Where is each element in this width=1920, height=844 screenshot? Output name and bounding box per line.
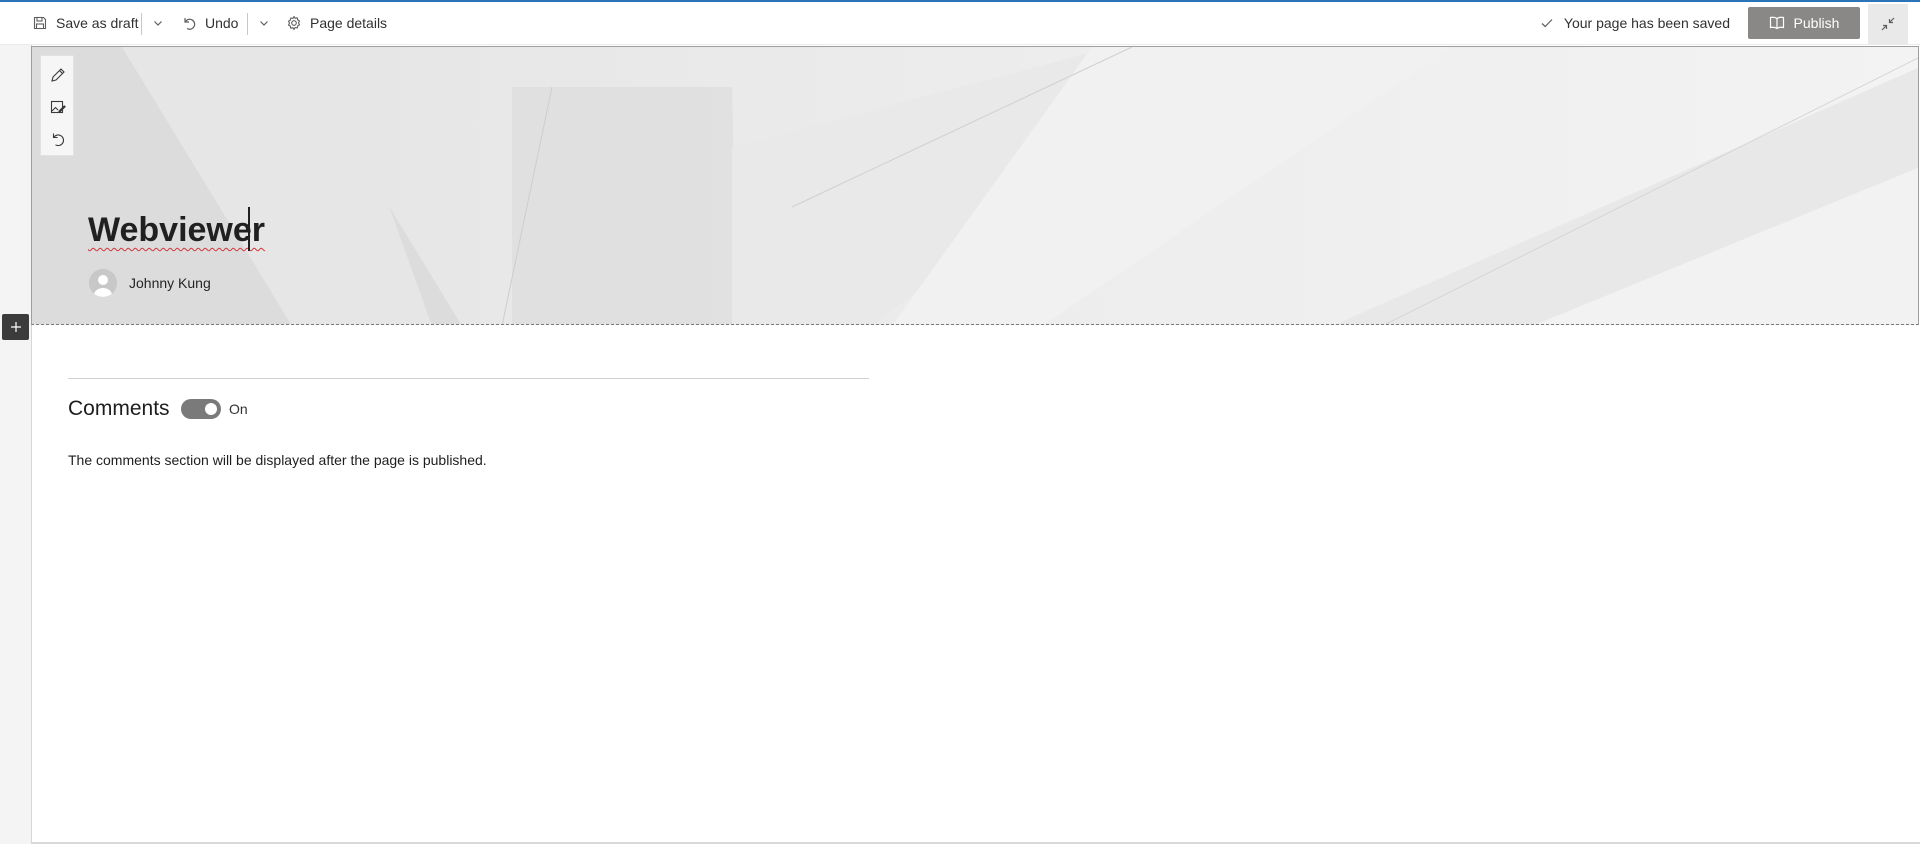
publish-icon (1769, 16, 1784, 30)
hero-background-image (32, 47, 1918, 324)
section-divider (68, 378, 869, 379)
comments-note: The comments section will be displayed a… (68, 452, 487, 468)
save-status-text: Your page has been saved (1563, 15, 1730, 31)
publish-button[interactable]: Publish (1748, 7, 1860, 39)
collapse-icon (1881, 17, 1895, 31)
hero-toolbar (40, 55, 74, 156)
chevron-down-icon (154, 21, 162, 26)
text-cursor (248, 207, 250, 251)
author-name: Johnny Kung (129, 275, 211, 291)
left-gutter (0, 45, 32, 844)
chevron-down-icon (260, 21, 268, 26)
comments-toggle-state: On (229, 401, 248, 417)
author-byline[interactable]: Johnny Kung (89, 269, 211, 297)
page-details-button[interactable]: Page details (286, 2, 387, 44)
save-status: Your page has been saved (1540, 2, 1730, 44)
collapse-button[interactable] (1868, 4, 1908, 44)
avatar (89, 269, 117, 297)
gear-icon (287, 15, 301, 31)
page-title[interactable]: Webviewer (88, 209, 265, 251)
undo-button[interactable]: Undo (181, 2, 238, 44)
comments-heading: Comments (68, 397, 170, 420)
add-section-button[interactable] (2, 314, 29, 340)
checkmark-icon (1541, 19, 1553, 28)
title-area[interactable]: Webviewer Johnny Kung (31, 46, 1919, 325)
publish-label: Publish (1793, 15, 1840, 31)
person-icon (89, 269, 117, 297)
undo-options-dropdown[interactable] (256, 2, 272, 44)
toggle-knob (205, 403, 217, 415)
comments-toggle[interactable] (181, 399, 221, 419)
save-as-draft-button[interactable]: Save as draft (32, 2, 139, 44)
save-as-draft-label: Save as draft (56, 15, 139, 31)
edit-image-icon[interactable] (49, 98, 67, 116)
toolbar-separator (141, 13, 142, 35)
toolbar-separator (247, 13, 248, 35)
page-details-label: Page details (310, 15, 388, 31)
save-icon (33, 16, 47, 30)
command-bar: Save as draft Undo Page details Your pag… (0, 2, 1920, 45)
undo-label: Undo (205, 15, 239, 31)
reset-icon[interactable] (49, 130, 67, 148)
save-options-dropdown[interactable] (150, 2, 166, 44)
plus-icon (10, 322, 21, 332)
edit-pencil-icon[interactable] (49, 66, 67, 84)
undo-icon (184, 18, 196, 30)
